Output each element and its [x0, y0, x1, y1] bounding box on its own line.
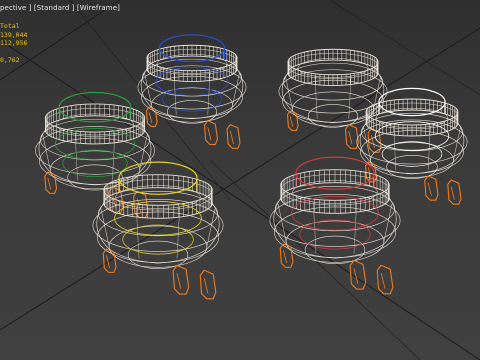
stats-blank	[0, 48, 27, 57]
wireframe-scene[interactable]	[0, 0, 480, 360]
stats-verts: 112,956	[0, 39, 28, 48]
viewport-label[interactable]: pective ] [Standard ] [Wireframe]	[0, 4, 120, 12]
wire-object-front-right[interactable]	[269, 156, 401, 295]
3d-viewport[interactable]: pective ] [Standard ] [Wireframe] Total …	[0, 0, 480, 360]
wire-object-top-center[interactable]	[137, 34, 247, 149]
helper-hook-objects	[102, 248, 217, 300]
viewport-view-menu[interactable]: pective ]	[0, 4, 32, 12]
ground-grid	[0, 0, 480, 360]
helper-hook-objects	[279, 243, 394, 295]
stats-polys: 139,044	[0, 30, 28, 39]
grid-line	[69, 0, 231, 201]
scene-objects[interactable]	[35, 34, 468, 300]
viewport-display-mode-menu[interactable]: [Wireframe]	[77, 4, 120, 12]
viewport-shading-style-menu[interactable]: [Standard ]	[34, 4, 75, 12]
wire-object-top-right[interactable]	[278, 48, 388, 153]
scene-statistics: Total 139,044 112,956 0,762	[0, 22, 27, 65]
stats-total-label: Total	[0, 22, 20, 30]
wire-object-mid-left[interactable]	[35, 91, 155, 219]
stats-fps: 0,762	[0, 56, 20, 65]
grid-line	[329, 0, 480, 96]
